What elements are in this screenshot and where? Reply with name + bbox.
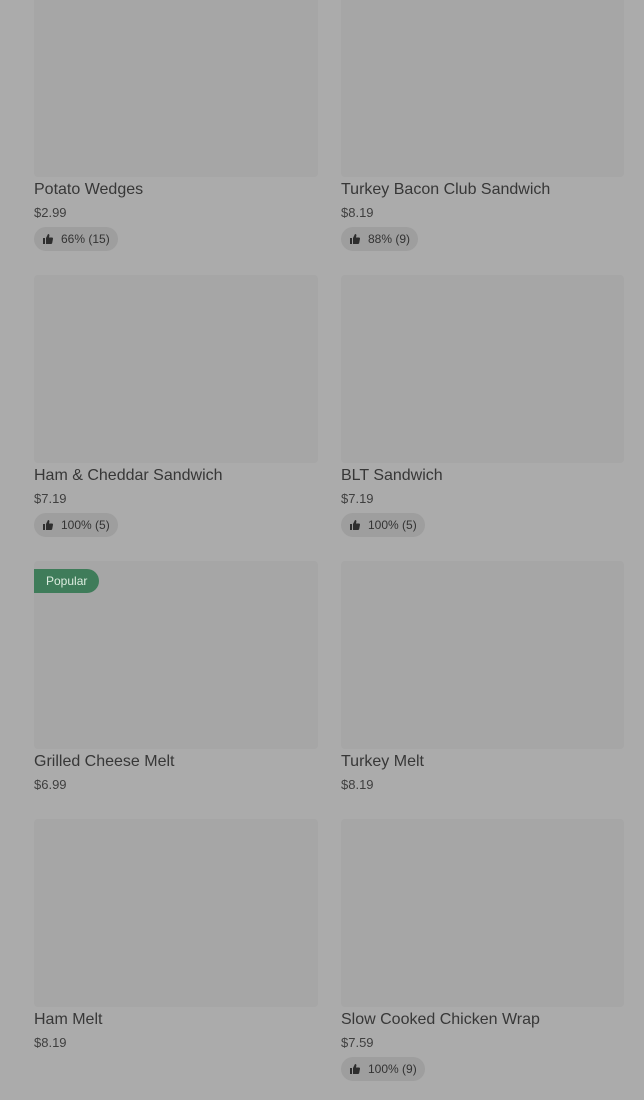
rating-text: 100% (5) <box>61 518 110 532</box>
item-image[interactable] <box>341 0 624 177</box>
item-price: $8.19 <box>341 777 374 792</box>
menu-item-card[interactable]: Popular Grilled Cheese Melt $6.99 <box>34 561 318 801</box>
item-title: Potato Wedges <box>34 181 144 198</box>
menu-item-card[interactable]: BLT Sandwich $7.19 100% (5) <box>341 275 624 545</box>
item-image[interactable] <box>34 819 318 1007</box>
thumbs-up-icon <box>350 1064 361 1074</box>
item-image[interactable] <box>341 561 624 749</box>
menu-item-card[interactable]: Turkey Melt $8.19 <box>341 561 624 801</box>
item-title: Turkey Bacon Club Sandwich <box>341 181 551 198</box>
menu-item-card[interactable]: Ham Melt $8.19 <box>34 819 318 1089</box>
item-price: $8.19 <box>341 205 374 220</box>
rating-badge: 100% (5) <box>341 513 425 537</box>
menu-item-card[interactable]: Slow Cooked Chicken Wrap $7.59 100% (9) <box>341 819 624 1089</box>
item-title: Ham Melt <box>34 1011 103 1028</box>
item-price: $6.99 <box>34 777 67 792</box>
rating-text: 100% (5) <box>368 518 417 532</box>
popular-badge: Popular <box>34 569 100 593</box>
rating-text: 66% (15) <box>61 232 110 246</box>
item-title: Ham & Cheddar Sandwich <box>34 467 223 484</box>
item-price: $7.59 <box>341 1035 374 1050</box>
item-image[interactable] <box>341 275 624 463</box>
menu-item-card[interactable]: Turkey Bacon Club Sandwich $8.19 88% (9) <box>341 0 624 260</box>
rating-text: 100% (9) <box>368 1062 417 1076</box>
menu-item-card[interactable]: Ham & Cheddar Sandwich $7.19 100% (5) <box>34 275 318 545</box>
item-image[interactable] <box>34 0 318 177</box>
rating-badge: 66% (15) <box>34 227 118 251</box>
rating-badge: 100% (9) <box>341 1057 425 1081</box>
item-image[interactable] <box>341 819 624 1007</box>
item-price: $7.19 <box>34 491 67 506</box>
menu-item-card[interactable]: Potato Wedges $2.99 66% (15) <box>34 0 318 260</box>
rating-badge: 88% (9) <box>341 227 419 251</box>
menu-item-grid: Potato Wedges $2.99 66% (15) Turkey Baco… <box>0 0 644 1100</box>
item-price: $8.19 <box>34 1035 67 1050</box>
item-price: $7.19 <box>341 491 374 506</box>
rating-badge: 100% (5) <box>34 513 118 537</box>
rating-text: 88% (9) <box>368 232 411 246</box>
item-image[interactable] <box>34 275 318 463</box>
thumbs-up-icon <box>43 234 54 244</box>
thumbs-up-icon <box>350 520 361 530</box>
item-price: $2.99 <box>34 205 67 220</box>
item-title: Grilled Cheese Melt <box>34 753 175 770</box>
item-title: BLT Sandwich <box>341 467 443 484</box>
thumbs-up-icon <box>43 520 54 530</box>
thumbs-up-icon <box>350 234 361 244</box>
item-title: Slow Cooked Chicken Wrap <box>341 1011 540 1028</box>
item-image[interactable]: Popular <box>34 561 318 749</box>
item-title: Turkey Melt <box>341 753 424 770</box>
